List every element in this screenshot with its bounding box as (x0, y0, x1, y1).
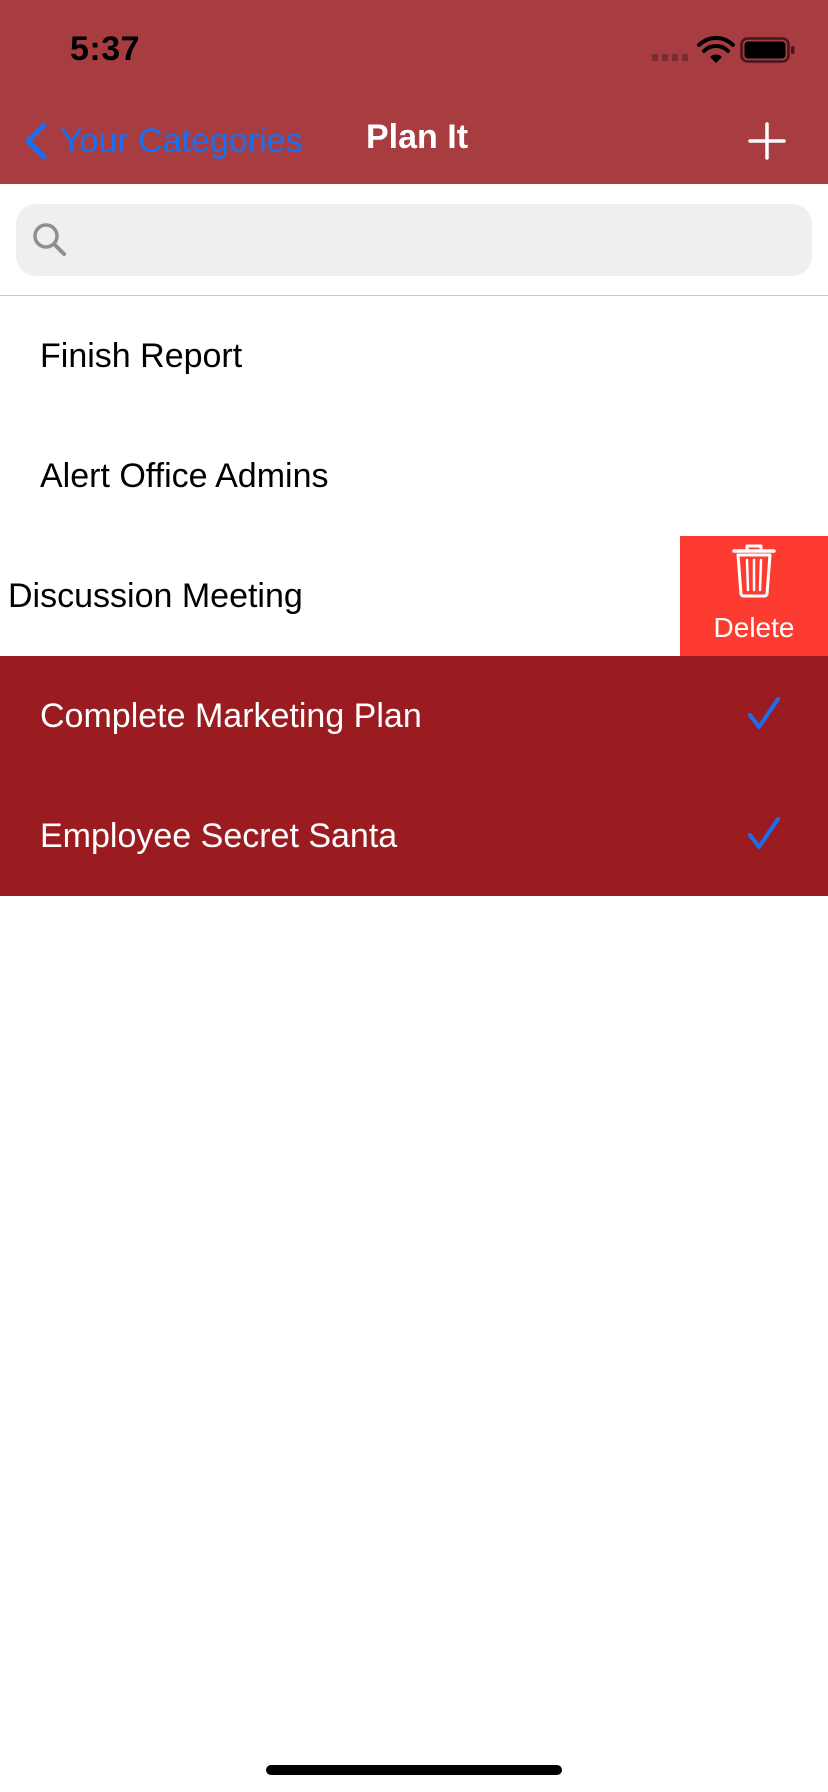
cellular-signal-icon (652, 54, 688, 61)
checkmark-icon (748, 817, 780, 849)
back-button-label: Your Categories (60, 121, 303, 160)
delete-button-label: Delete (713, 612, 795, 643)
list-item-content: Finish Report (0, 296, 828, 416)
status-time: 5:37 (70, 30, 141, 68)
list-item-title: Alert Office Admins (40, 457, 329, 495)
page-title: Plan It (366, 118, 469, 156)
list-item[interactable]: Alert Office Admins (0, 416, 828, 536)
navigation-header: 5:37 Your Categories Plan It (0, 0, 828, 184)
delete-button[interactable]: Delete (680, 536, 828, 656)
list-item[interactable]: Discussion Meeting Delete (0, 536, 828, 656)
list-item-title: Finish Report (40, 337, 243, 375)
list-item[interactable]: Employee Secret Santa (0, 776, 828, 896)
chevron-left-icon (25, 122, 47, 160)
list-item-content: Employee Secret Santa (0, 776, 828, 896)
list-item-content: Alert Office Admins (0, 416, 828, 536)
todo-list: Finish Report Alert Office Admins Discus… (0, 296, 828, 896)
list-item-title: Employee Secret Santa (40, 817, 398, 855)
list-item-content: Complete Marketing Plan (0, 656, 828, 776)
search-bar (0, 184, 828, 296)
back-button[interactable]: Your Categories (22, 116, 303, 166)
list-item[interactable]: Finish Report (0, 296, 828, 416)
checkmark-icon (748, 697, 780, 729)
battery-icon (740, 37, 795, 63)
list-item-title: Complete Marketing Plan (40, 697, 422, 735)
wifi-icon (697, 36, 735, 63)
list-item-title: Discussion Meeting (8, 577, 303, 615)
search-icon (33, 223, 66, 256)
list-item[interactable]: Complete Marketing Plan (0, 656, 828, 776)
trash-icon (732, 544, 776, 598)
home-indicator[interactable] (266, 1765, 562, 1775)
search-input[interactable] (16, 204, 812, 276)
screen: 5:37 Your Categories Plan It Finish Repo… (0, 0, 828, 1792)
plus-icon[interactable] (742, 116, 792, 166)
